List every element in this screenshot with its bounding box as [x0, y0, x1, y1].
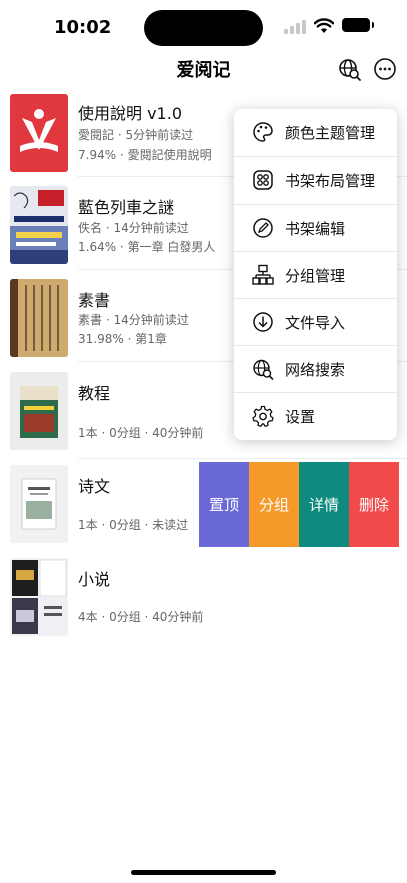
- group-button[interactable]: 分组: [249, 462, 299, 547]
- menu-item-shelf-edit[interactable]: 书架编辑: [234, 205, 397, 252]
- book-cover: [10, 279, 68, 357]
- group-cover: [10, 465, 68, 543]
- web-search-icon: [253, 359, 274, 380]
- delete-button[interactable]: 删除: [349, 462, 399, 547]
- menu-item-label: 文件导入: [285, 314, 346, 332]
- divider: [78, 458, 407, 459]
- pin-top-button[interactable]: 置顶: [199, 462, 249, 547]
- battery-icon: [342, 18, 374, 32]
- group-row[interactable]: 小说 4本 · 0分组 · 40分钟前: [0, 558, 407, 642]
- home-indicator: [131, 870, 276, 875]
- book-cover: [10, 186, 68, 264]
- menu-item-web-search[interactable]: 网络搜索: [234, 346, 397, 393]
- book-meta: 佚名 · 14分钟前读过: [78, 221, 189, 235]
- menu-item-settings[interactable]: 设置: [234, 393, 397, 440]
- menu-item-color-theme[interactable]: 颜色主题管理: [234, 109, 397, 156]
- book-title: 藍色列車之謎: [78, 198, 175, 217]
- menu-item-label: 设置: [285, 408, 316, 426]
- more-icon[interactable]: [372, 56, 398, 82]
- edit-icon: [253, 218, 273, 238]
- group-cover: [10, 558, 68, 636]
- group-title: 小说: [78, 570, 111, 589]
- book-title: 素書: [78, 291, 111, 310]
- details-button[interactable]: 详情: [299, 462, 349, 547]
- nav-bar: 爱阅记: [0, 52, 407, 86]
- menu-item-label: 书架编辑: [285, 220, 346, 238]
- book-progress: 1.64% · 第一章 白發男人: [78, 240, 216, 254]
- popup-menu: 颜色主题管理 书架布局管理 书架编辑 分组管理 文件导入 网络搜索 设置: [234, 109, 397, 440]
- cellular-signal-icon: [284, 20, 308, 34]
- book-meta: 素書 · 14分钟前读过: [78, 313, 189, 327]
- menu-item-file-import[interactable]: 文件导入: [234, 299, 397, 346]
- menu-item-label: 书架布局管理: [285, 172, 376, 190]
- group-meta: 4本 · 0分组 · 40分钟前: [78, 610, 204, 624]
- group-meta: 1本 · 0分组 · 40分钟前: [78, 426, 204, 440]
- menu-item-label: 网络搜索: [285, 361, 346, 379]
- group-title: 诗文: [78, 477, 111, 496]
- layout-grid-icon: [253, 170, 273, 190]
- gear-icon: [252, 405, 274, 427]
- menu-item-shelf-layout[interactable]: 书架布局管理: [234, 157, 397, 204]
- book-meta: 愛閱記 · 5分钟前读过: [78, 128, 194, 142]
- palette-icon: [253, 122, 273, 142]
- web-search-icon[interactable]: [337, 56, 363, 82]
- book-cover: [10, 94, 68, 172]
- group-meta: 1本 · 0分组 · 未读过: [78, 518, 189, 532]
- menu-item-label: 颜色主题管理: [285, 124, 376, 142]
- group-cover: [10, 372, 68, 450]
- status-time: 10:02: [54, 17, 112, 38]
- book-progress: 31.98% · 第1章: [78, 332, 167, 346]
- download-icon: [253, 312, 273, 332]
- menu-item-group-manage[interactable]: 分组管理: [234, 252, 397, 299]
- book-progress: 7.94% · 愛閱記使用說明: [78, 148, 212, 162]
- menu-item-label: 分组管理: [285, 267, 346, 285]
- swipe-actions: 置顶 分组 详情 删除: [199, 462, 399, 547]
- dynamic-island: [144, 10, 263, 46]
- hierarchy-icon: [252, 264, 274, 285]
- status-bar: 10:02: [0, 0, 407, 56]
- group-title: 教程: [78, 384, 111, 403]
- wifi-icon: [314, 18, 334, 33]
- book-title: 使用說明 v1.0: [78, 104, 183, 123]
